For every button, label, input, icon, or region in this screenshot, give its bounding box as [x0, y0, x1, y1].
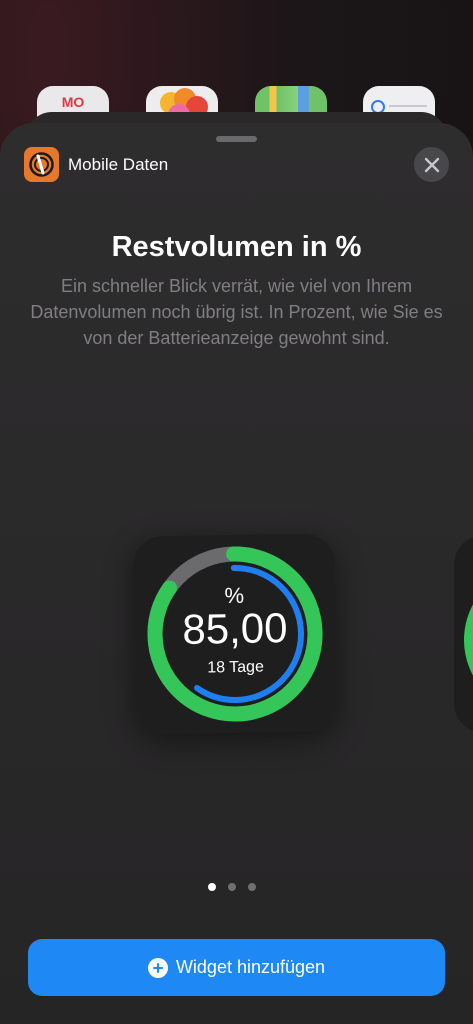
page-dot-1[interactable] — [208, 883, 216, 891]
next-widget-ring — [464, 565, 473, 715]
page-dot-3[interactable] — [248, 883, 256, 891]
screen: MO Mobile Daten Restvolumen in % Ein sch… — [0, 0, 473, 1024]
page-dot-2[interactable] — [228, 883, 236, 891]
sheet-grabber[interactable] — [216, 136, 257, 142]
next-widget-preview[interactable] — [454, 535, 473, 733]
days-remaining: 18 Tage — [207, 658, 265, 677]
close-icon — [424, 157, 439, 172]
mobile-data-app-icon — [24, 147, 59, 182]
widget-title: Restvolumen in % — [111, 231, 362, 263]
page-indicator[interactable] — [208, 883, 256, 891]
close-button[interactable] — [414, 147, 449, 182]
plus-circle-icon — [147, 957, 168, 978]
app-name: Mobile Daten — [68, 155, 169, 174]
add-widget-label: Widget hinzufügen — [175, 957, 326, 977]
widget-preview[interactable]: % 85,00 18 Tage — [132, 533, 338, 735]
widget-gallery-sheet: Mobile Daten Restvolumen in % Ein schnel… — [0, 123, 473, 1024]
calendar-day-label: MO — [61, 94, 85, 110]
gauge-logo-icon — [29, 152, 54, 177]
add-widget-button[interactable]: Widget hinzufügen — [28, 939, 445, 996]
widget-description: Ein schneller Blick verrät, wie viel von… — [30, 276, 443, 348]
reminder-line — [389, 105, 427, 107]
remaining-value: 85,00 — [181, 604, 288, 653]
